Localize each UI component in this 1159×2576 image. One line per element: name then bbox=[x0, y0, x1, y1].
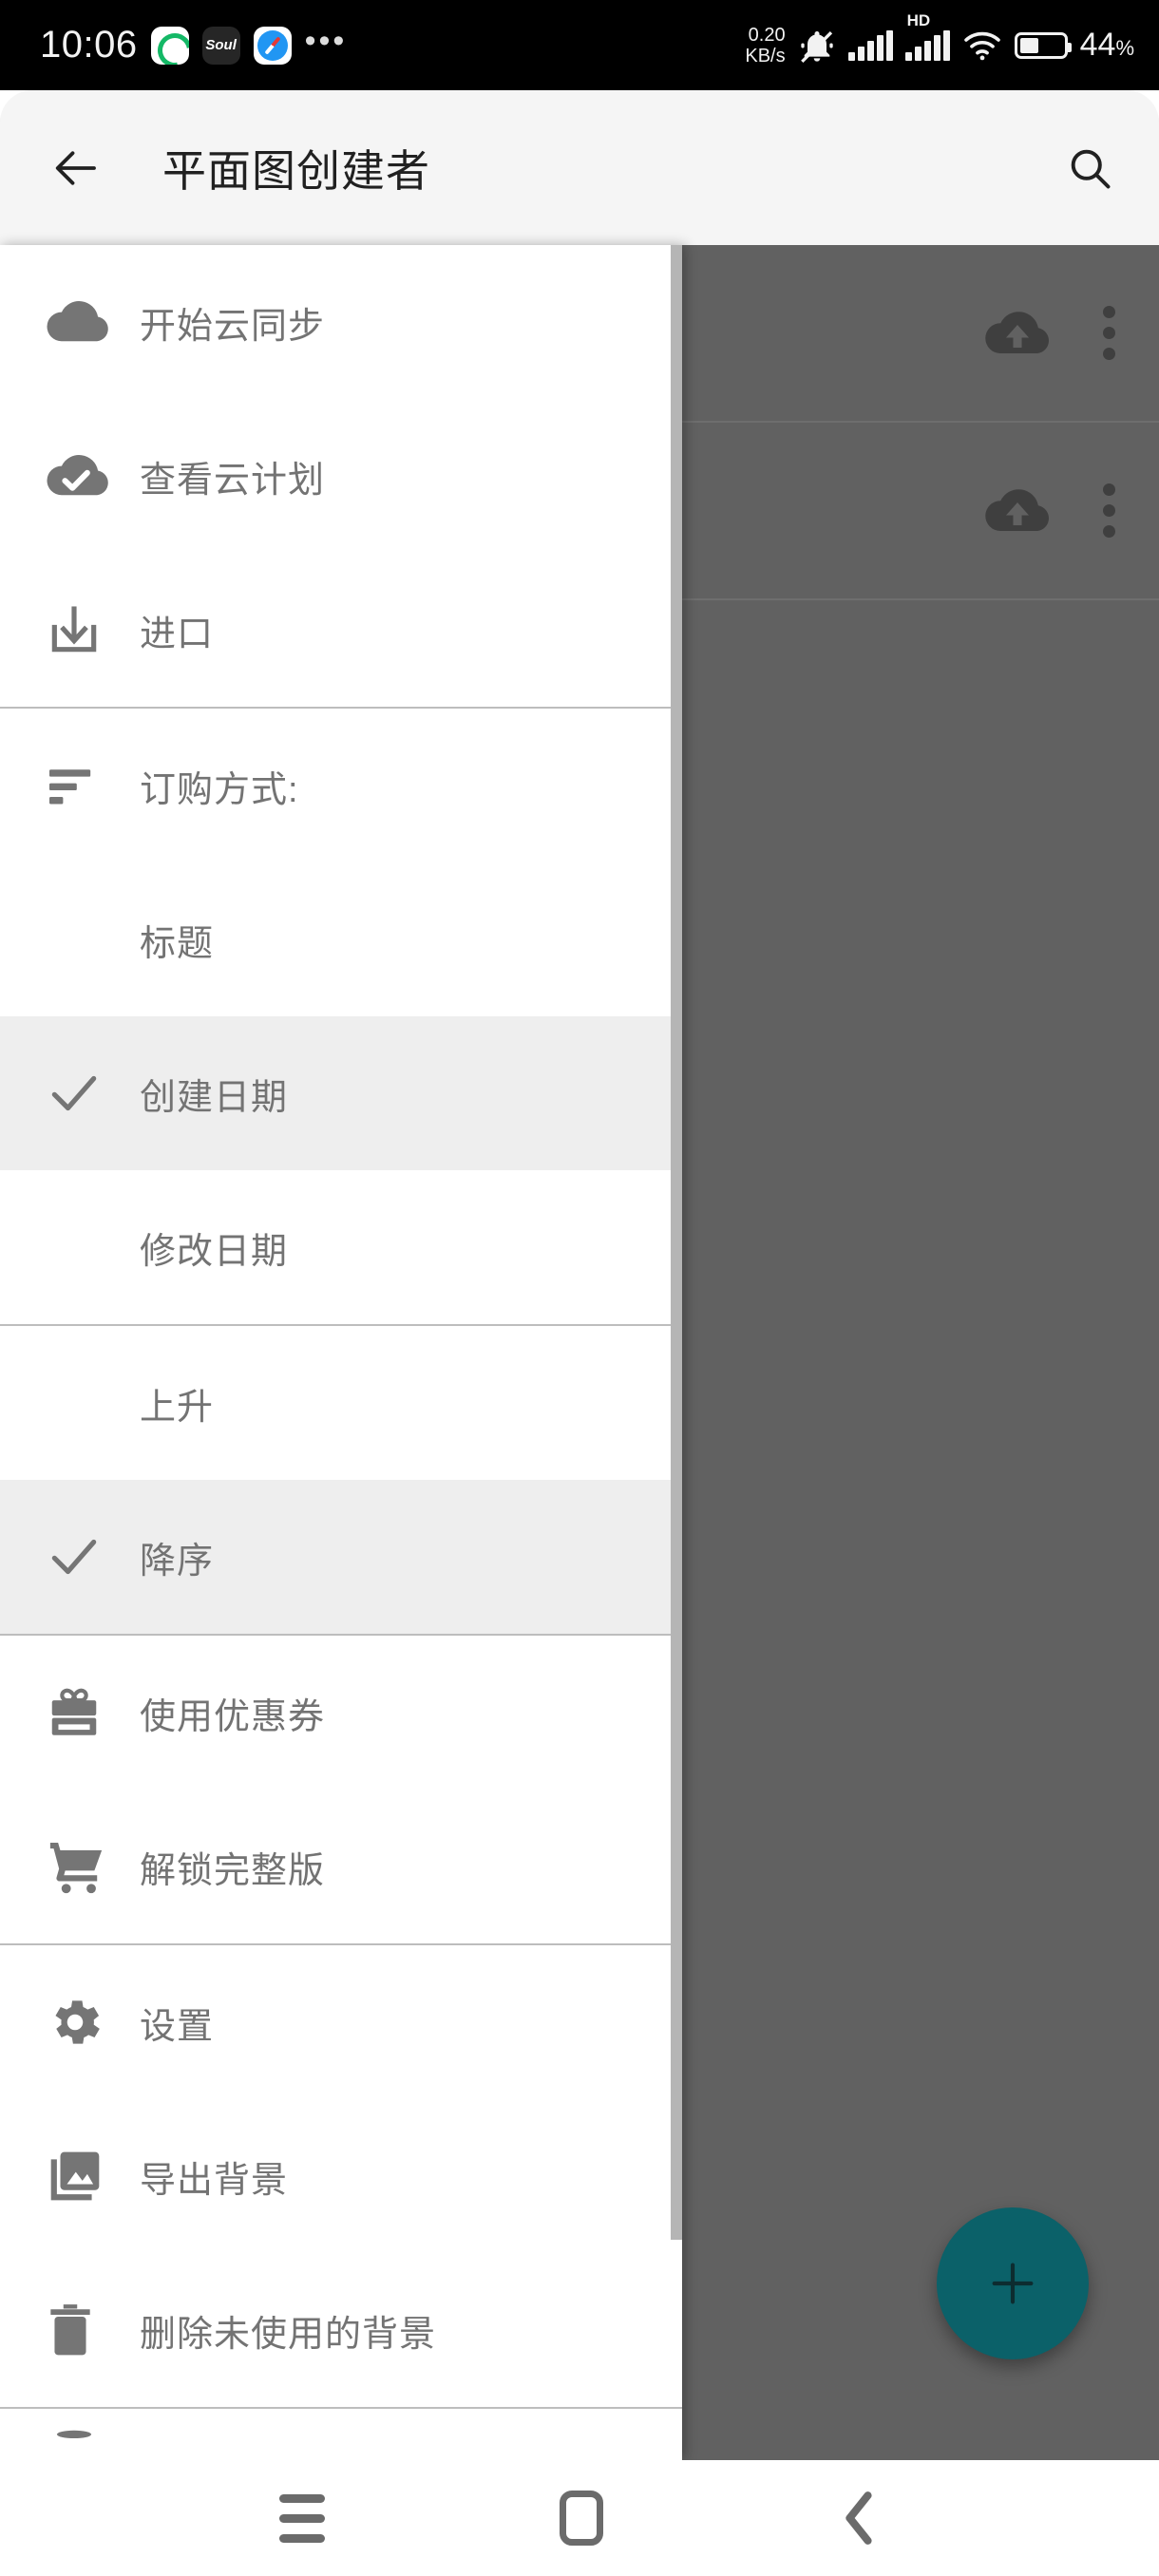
status-bar-left: 10:06 Soul ••• bbox=[40, 24, 347, 66]
wifi-icon bbox=[962, 29, 1002, 62]
search-icon[interactable] bbox=[1060, 139, 1119, 198]
signal-bars-icon bbox=[847, 29, 893, 61]
cloud-check-icon bbox=[45, 451, 140, 501]
home-square-icon[interactable] bbox=[559, 2491, 603, 2546]
drawer-scrollbar[interactable] bbox=[671, 245, 682, 2240]
back-arrow-icon[interactable] bbox=[48, 139, 106, 198]
safari-app-icon bbox=[253, 26, 292, 65]
page-title: 平面图创建者 bbox=[162, 145, 430, 196]
sidebar-item-label: 开始云同步 bbox=[140, 306, 326, 347]
sidebar-item-label: 解锁完整版 bbox=[140, 1850, 326, 1891]
sidebar-item-label: 使用优惠券 bbox=[140, 1696, 326, 1737]
sidebar-item-partial-cutoff[interactable] bbox=[0, 2409, 682, 2460]
sidebar-item-sort-modified-date[interactable]: 修改日期 bbox=[0, 1170, 682, 1324]
plus-icon bbox=[983, 2254, 1042, 2313]
back-chevron-icon[interactable] bbox=[838, 2489, 880, 2548]
cloud-upload-icon[interactable] bbox=[983, 485, 1052, 537]
battery-percent: 44% bbox=[1080, 27, 1134, 64]
sidebar-item-label: 创建日期 bbox=[140, 1077, 289, 1118]
green-circle-app-icon bbox=[150, 26, 189, 65]
sidebar-item-label: 标题 bbox=[140, 923, 215, 964]
status-bar-clock: 10:06 bbox=[40, 24, 138, 66]
network-speed: 0.20 KB/s bbox=[745, 25, 785, 66]
battery-icon bbox=[1014, 31, 1072, 59]
import-download-icon bbox=[45, 600, 140, 659]
sort-icon bbox=[45, 763, 140, 808]
sidebar-item-label: 删除未使用的背景 bbox=[140, 2314, 437, 2355]
sidebar-item-sort-by: 订购方式: bbox=[0, 709, 682, 862]
network-speed-value: 0.20 bbox=[748, 24, 786, 46]
bell-muted-icon bbox=[798, 27, 836, 65]
sidebar-item-sort-title[interactable]: 标题 bbox=[0, 862, 682, 1016]
status-bar: 10:06 Soul ••• 0.20 KB/s HD 44% bbox=[0, 0, 1159, 90]
sidebar-item-start-cloud-sync[interactable]: 开始云同步 bbox=[0, 245, 682, 399]
sidebar-item-label: 导出背景 bbox=[140, 2160, 289, 2201]
sidebar-item-delete-unused-backgrounds[interactable]: 删除未使用的背景 bbox=[0, 2253, 682, 2407]
notification-overflow-dots: ••• bbox=[304, 22, 348, 59]
check-icon bbox=[45, 1527, 140, 1586]
network-speed-unit: KB/s bbox=[745, 45, 786, 66]
recents-hamburger-icon[interactable] bbox=[278, 2493, 325, 2543]
sidebar-item-settings[interactable]: 设置 bbox=[0, 1945, 682, 2099]
cloud-upload-icon[interactable] bbox=[983, 308, 1052, 359]
sidebar-item-export-background[interactable]: 导出背景 bbox=[0, 2099, 682, 2253]
sidebar-item-label: 设置 bbox=[140, 2006, 215, 2047]
phone-screen: 10:06 Soul ••• 0.20 KB/s HD 44% 平面图创建者 开… bbox=[0, 0, 1159, 2576]
sidebar-item-label: 修改日期 bbox=[140, 1231, 289, 1272]
status-bar-right: 0.20 KB/s HD 44% bbox=[745, 11, 1134, 66]
hd-label: HD bbox=[906, 10, 931, 29]
kebab-menu-icon[interactable] bbox=[1103, 483, 1115, 538]
sidebar-item-order-ascending[interactable]: 上升 bbox=[0, 1326, 682, 1480]
cloud-icon bbox=[45, 297, 140, 347]
gear-icon bbox=[45, 1992, 140, 2053]
sidebar-item-view-cloud-plan[interactable]: 查看云计划 bbox=[0, 399, 682, 553]
battery-percent-value: 44 bbox=[1079, 27, 1116, 63]
hd-signal-bars-icon bbox=[904, 29, 950, 61]
sidebar-item-use-coupon[interactable]: 使用优惠券 bbox=[0, 1636, 682, 1790]
sidebar-item-label: 进口 bbox=[140, 614, 215, 654]
shopping-cart-icon bbox=[45, 1837, 140, 1896]
sidebar-item-sort-created-date[interactable]: 创建日期 bbox=[0, 1016, 682, 1170]
sidebar-item-import[interactable]: 进口 bbox=[0, 553, 682, 707]
app-bar: 平面图创建者 bbox=[0, 90, 1159, 245]
app-window: 平面图创建者 开始云同步 查看云计划 进口 订购方式: 标题 创建日期 修改日期… bbox=[0, 90, 1159, 2460]
trash-icon bbox=[45, 2301, 140, 2359]
add-floorplan-fab[interactable] bbox=[937, 2207, 1089, 2359]
sidebar-item-label: 降序 bbox=[140, 1541, 215, 1582]
cut-off-icon bbox=[45, 2422, 140, 2460]
image-export-icon bbox=[45, 2147, 140, 2206]
android-nav-bar bbox=[0, 2460, 1159, 2576]
battery-percent-symbol: % bbox=[1115, 36, 1134, 60]
sidebar-item-label: 订购方式: bbox=[140, 769, 299, 810]
kebab-menu-icon[interactable] bbox=[1103, 306, 1115, 360]
sidebar-item-label: 上升 bbox=[140, 1387, 215, 1428]
hd-signal-group: HD bbox=[904, 11, 950, 61]
sidebar-item-label: 查看云计划 bbox=[140, 460, 326, 501]
check-icon bbox=[45, 1064, 140, 1123]
soul-app-icon: Soul bbox=[201, 26, 240, 65]
sidebar-item-unlock-full-version[interactable]: 解锁完整版 bbox=[0, 1790, 682, 1943]
sidebar-item-order-descending[interactable]: 降序 bbox=[0, 1480, 682, 1634]
navigation-drawer[interactable]: 开始云同步 查看云计划 进口 订购方式: 标题 创建日期 修改日期 上升 降序 … bbox=[0, 245, 682, 2460]
gift-icon bbox=[45, 1683, 140, 1742]
